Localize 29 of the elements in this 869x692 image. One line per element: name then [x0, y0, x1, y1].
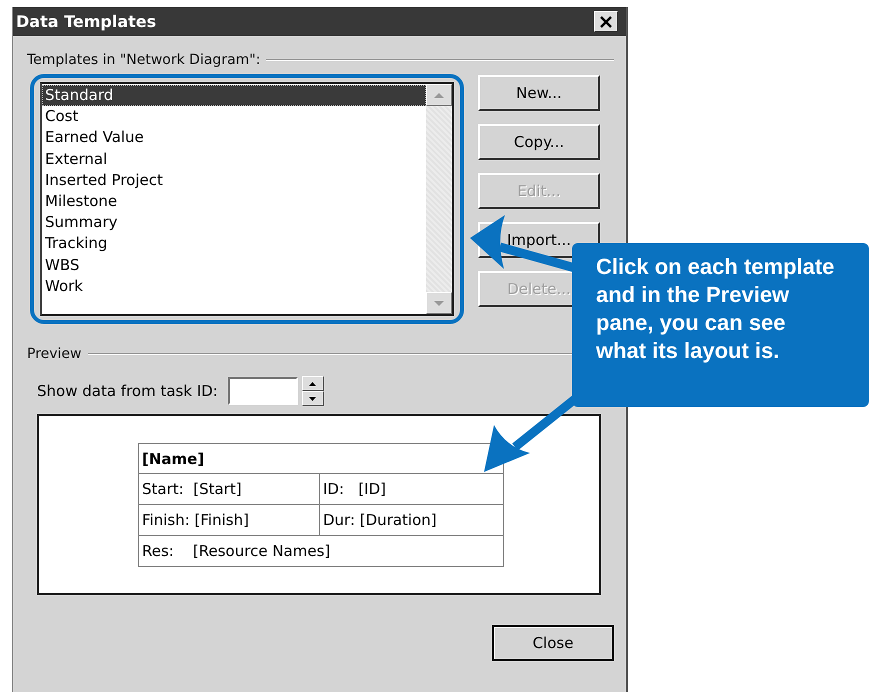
- list-item[interactable]: Summary: [42, 212, 426, 234]
- scroll-up-icon[interactable]: [426, 84, 452, 106]
- window-title: Data Templates: [16, 12, 156, 31]
- scroll-down-icon[interactable]: [426, 292, 452, 314]
- table-cell: Start: [Start]: [139, 474, 320, 504]
- spin-up-icon[interactable]: [302, 376, 324, 391]
- dialog-button[interactable]: New...: [478, 75, 600, 111]
- table-cell: Finish: [Finish]: [139, 505, 320, 535]
- callout-tooltip: Click on each template and in the Preview pane, you can see what its layout is.: [572, 243, 869, 407]
- list-item[interactable]: Earned Value: [42, 127, 426, 149]
- close-icon[interactable]: [594, 11, 618, 32]
- list-item[interactable]: Milestone: [42, 190, 426, 212]
- list-item[interactable]: Work: [42, 276, 426, 297]
- task-id-field[interactable]: [228, 377, 298, 405]
- list-item[interactable]: Cost: [42, 106, 426, 128]
- dialog-button[interactable]: Copy...: [478, 124, 600, 160]
- list-item[interactable]: External: [42, 148, 426, 170]
- list-item[interactable]: Inserted Project: [42, 170, 426, 191]
- list-item[interactable]: Standard: [42, 85, 426, 106]
- close-button[interactable]: Close: [492, 625, 614, 661]
- list-item[interactable]: Tracking: [42, 233, 426, 254]
- table-cell-text: ID: [ID]: [322, 479, 388, 500]
- group-label: Preview: [27, 346, 82, 362]
- field-label: Show data from task ID:: [37, 382, 218, 400]
- spin-down-icon[interactable]: [302, 391, 324, 406]
- table-cell-text: Dur: [Duration]: [322, 510, 438, 531]
- list-item[interactable]: WBS: [42, 254, 426, 276]
- group-label: Templates in "Network Diagram":: [27, 52, 260, 68]
- table-cell-text: Res: [Resource Names]: [141, 541, 332, 562]
